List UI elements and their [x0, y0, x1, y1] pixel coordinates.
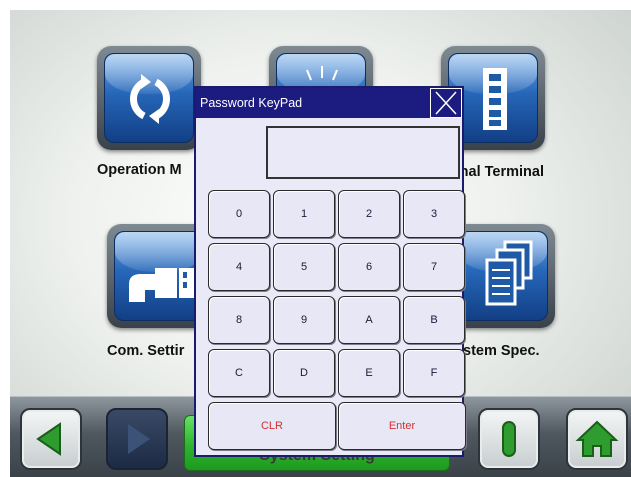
system-spec-label: stem Spec.	[463, 343, 540, 359]
system-spec-tile[interactable]	[451, 224, 555, 328]
io-button[interactable]	[478, 408, 540, 470]
arrow-left-icon	[36, 422, 61, 456]
com-setting-label: Com. Settir	[107, 343, 185, 359]
external-terminal-label: rnal Terminal	[454, 164, 544, 180]
key-3[interactable]: 3	[403, 190, 465, 238]
key-0[interactable]: 0	[208, 190, 270, 238]
power-bar-icon	[502, 421, 516, 457]
enter-button[interactable]: Enter	[338, 402, 466, 450]
home-button[interactable]	[566, 408, 628, 470]
password-keypad-dialog: Password KeyPad 0 1 2 3 4 5 6 7 8 9 A B …	[194, 86, 466, 457]
key-a[interactable]: A	[338, 296, 400, 344]
key-f[interactable]: F	[403, 349, 465, 397]
key-c[interactable]: C	[208, 349, 270, 397]
key-5[interactable]: 5	[273, 243, 335, 291]
key-6[interactable]: 6	[338, 243, 400, 291]
key-d[interactable]: D	[273, 349, 335, 397]
close-icon	[435, 91, 457, 115]
key-e[interactable]: E	[338, 349, 400, 397]
home-icon	[575, 420, 619, 457]
key-2[interactable]: 2	[338, 190, 400, 238]
key-9[interactable]: 9	[273, 296, 335, 344]
back-button[interactable]	[20, 408, 82, 470]
operation-mode-label: Operation M	[97, 162, 182, 178]
document-stack-icon	[485, 240, 533, 306]
key-7[interactable]: 7	[403, 243, 465, 291]
dialog-title: Password KeyPad	[196, 88, 462, 118]
forward-button[interactable]	[106, 408, 168, 470]
screen: Operation M rnal Terminal Com. Settir st…	[10, 10, 631, 477]
key-1[interactable]: 1	[273, 190, 335, 238]
refresh-arrows-icon	[130, 74, 170, 124]
connector-plug-icon	[129, 268, 197, 302]
key-8[interactable]: 8	[208, 296, 270, 344]
password-input[interactable]	[266, 126, 460, 179]
close-button[interactable]	[430, 88, 462, 118]
clear-button[interactable]: CLR	[208, 402, 336, 450]
key-4[interactable]: 4	[208, 243, 270, 291]
arrow-right-icon	[128, 424, 150, 454]
operation-mode-tile[interactable]	[97, 46, 201, 150]
key-b[interactable]: B	[403, 296, 465, 344]
